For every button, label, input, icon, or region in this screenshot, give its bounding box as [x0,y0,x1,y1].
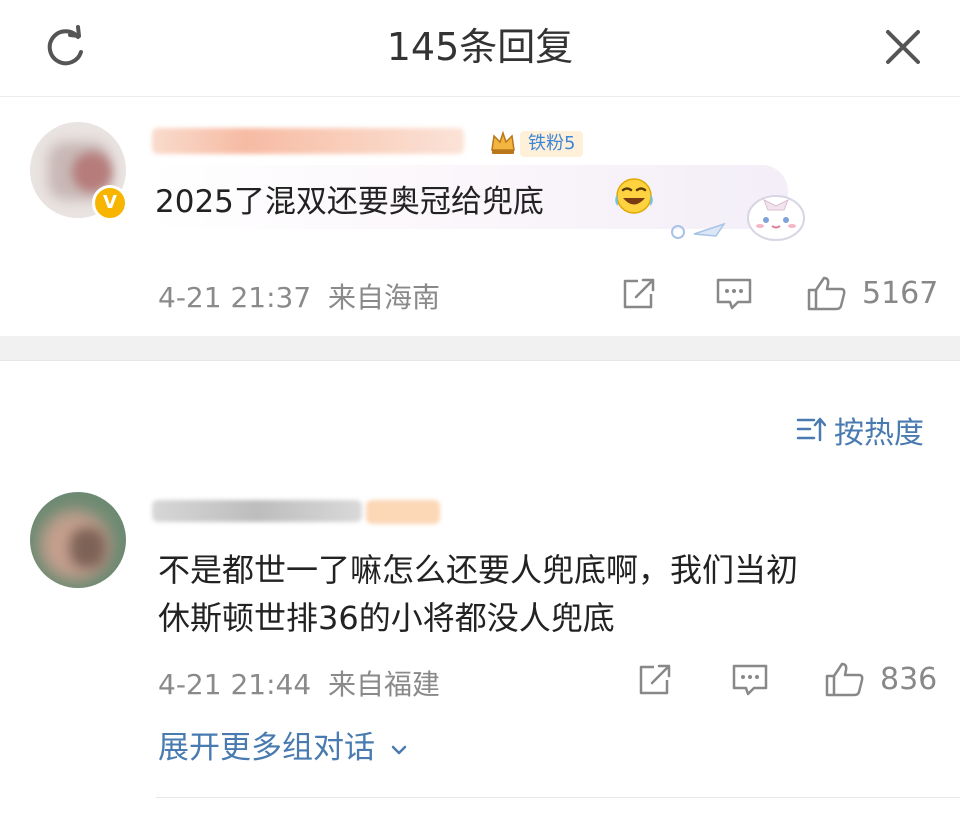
avatar[interactable] [30,492,126,588]
reply-meta: 4-21 21:44 来自福建 [158,663,440,703]
expand-conversation-link[interactable]: 展开更多组对话 [158,722,409,767]
location: 来自福建 [328,668,441,701]
fan-level-badge: 铁粉5 [520,131,584,157]
comment-icon[interactable] [714,276,754,312]
sort-icon [796,417,826,442]
like-icon[interactable] [806,274,848,312]
reply-text-line: 休斯顿世排36的小将都没人兜底 [158,599,615,637]
fan-crown-icon [491,130,515,154]
like-count: 5167 [862,276,939,311]
share-icon[interactable] [620,276,658,312]
comment-meta: 4-21 21:37 来自海南 [158,276,440,316]
reply-text: 不是都世一了嘛怎么还要人兜底啊，我们当初 休斯顿世排36的小将都没人兜底 [158,546,928,642]
username-blurred[interactable] [152,128,464,154]
divider [156,797,960,798]
reply-detail-page: 145条回复 V 铁粉5 2025了混双还要奥冠给兜底 4-21 21:37 来… [0,0,960,828]
username-badge-blurred [366,500,440,524]
verified-v-icon: V [92,185,128,221]
close-icon[interactable] [878,22,928,72]
reply-text-line: 不是都世一了嘛怎么还要人兜底啊，我们当初 [158,551,799,589]
username-blurred[interactable] [152,500,362,522]
section-divider [0,336,960,361]
sort-label: 按热度 [834,416,924,451]
chevron-down-icon [391,745,407,754]
comment-icon[interactable] [730,662,770,698]
like-count: 836 [880,662,938,697]
timestamp: 4-21 21:37 [158,281,312,314]
location: 来自海南 [328,281,441,314]
header-bar: 145条回复 [0,0,960,97]
decorative-mascot-icon [671,195,805,241]
laugh-cry-emoji [615,178,653,214]
share-icon[interactable] [636,662,674,698]
page-title: 145条回复 [386,25,574,69]
expand-label: 展开更多组对话 [158,730,375,766]
timestamp: 4-21 21:44 [158,668,312,701]
comment-text: 2025了混双还要奥冠给兜底 [155,184,544,220]
like-icon[interactable] [824,660,866,698]
